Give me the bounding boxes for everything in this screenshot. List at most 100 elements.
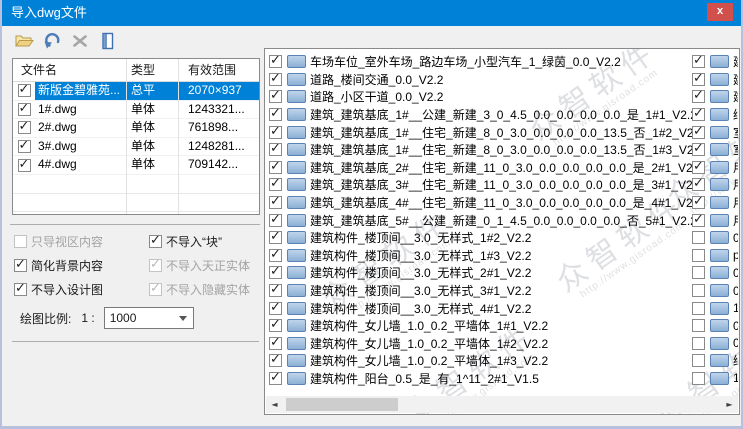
list-item-clipped[interactable]: 建 <box>690 88 738 106</box>
list-item[interactable]: 建筑_建筑基底_1#__住宅_新建_8_0_3.0_0.0_0.0_0.0_13… <box>267 123 737 141</box>
checkbox[interactable] <box>692 371 705 385</box>
list-item-clipped[interactable]: 09 <box>690 317 738 335</box>
column-header-filename[interactable]: 文件名 <box>13 59 126 81</box>
table-row[interactable]: 2#.dwg 单体 761898... <box>13 119 259 138</box>
list-item-clipped[interactable]: 16 <box>690 299 738 317</box>
checkbox[interactable] <box>14 257 27 272</box>
list-item[interactable]: 建筑构件_女儿墙_1.0_0.2_平墙体_1#2_V2.2 <box>267 335 737 353</box>
checkbox[interactable] <box>269 141 282 157</box>
checkbox[interactable] <box>692 212 705 227</box>
close-button[interactable]: x <box>707 3 733 21</box>
list-item-clipped[interactable]: pla <box>690 247 738 265</box>
scroll-right-arrow-icon[interactable]: ► <box>721 396 738 413</box>
checkbox[interactable] <box>269 176 282 192</box>
checkbox[interactable] <box>269 264 282 280</box>
checkbox[interactable] <box>269 194 282 210</box>
checkbox[interactable] <box>692 124 705 139</box>
list-item-clipped[interactable]: 17 <box>690 370 738 388</box>
list-item[interactable]: 建筑构件_楼顶间__3.0_无样式_2#1_V2.2 <box>267 264 737 282</box>
checkbox[interactable] <box>692 301 705 315</box>
column-header-type[interactable]: 类型 <box>126 59 178 81</box>
checkbox[interactable] <box>269 317 282 333</box>
checkbox[interactable] <box>269 282 282 298</box>
checkbox[interactable] <box>692 284 705 298</box>
checkbox[interactable] <box>692 159 705 174</box>
option-checkbox-row[interactable]: 简化背景内容 <box>14 257 103 274</box>
list-item[interactable]: 建筑_建筑基底_2#__住宅_新建_11_0_3.0_0.0_0.0_0.0_0… <box>267 159 737 177</box>
checkbox[interactable] <box>269 352 282 368</box>
checkbox[interactable] <box>692 71 705 86</box>
checkbox[interactable] <box>149 233 162 248</box>
list-item-clipped[interactable]: 室 <box>690 141 738 159</box>
checkbox[interactable] <box>269 335 282 350</box>
list-item-clipped[interactable]: 建 <box>690 53 738 71</box>
table-row[interactable]: 3#.dwg 单体 1248281... <box>13 138 259 157</box>
checkbox[interactable] <box>692 266 705 280</box>
list-item-clipped[interactable]: 绿 <box>690 352 738 370</box>
table-row[interactable]: 新版金碧雅苑...总平2070×937 <box>13 82 259 101</box>
list-item[interactable]: 道路_小区干道_0.0_V2.2 <box>267 88 737 106</box>
list-item[interactable]: 建筑构件_阳台_0.5_是_有_1^11_2#1_V1.5 <box>267 370 737 388</box>
option-checkbox-row[interactable]: 不导入“块” <box>149 233 222 250</box>
open-file-button[interactable] <box>12 29 36 53</box>
checkbox[interactable] <box>17 157 31 172</box>
checkbox[interactable] <box>269 124 282 139</box>
checkbox[interactable] <box>692 176 705 192</box>
list-item[interactable]: 建筑构件_女儿墙_1.0_0.2_平墙体_1#1_V2.2 <box>267 317 737 335</box>
list-item[interactable]: 建筑_建筑基底_1#__住宅_新建_8_0_3.0_0.0_0.0_0.0_13… <box>267 141 737 159</box>
checkbox[interactable] <box>692 319 705 333</box>
checkbox[interactable] <box>692 231 705 245</box>
column-header-range[interactable]: 有效范围 <box>178 59 259 81</box>
checkbox[interactable] <box>692 88 705 104</box>
list-item-clipped[interactable]: 用 <box>690 194 738 212</box>
list-item[interactable]: 建筑_建筑基底_3#__住宅_新建_11_0_3.0_0.0_0.0_0.0_0… <box>267 176 737 194</box>
checkbox[interactable] <box>692 248 705 262</box>
list-item-clipped[interactable]: 04 <box>690 335 738 353</box>
checkbox[interactable] <box>269 71 282 86</box>
list-item[interactable]: 建筑_建筑基底_1#__公建_新建_3_0_4.5_0.0_0.0_0.0_0.… <box>267 106 737 124</box>
undo-button[interactable] <box>40 29 64 53</box>
checkbox[interactable] <box>14 281 27 296</box>
checkbox[interactable] <box>269 229 282 245</box>
checkbox[interactable] <box>269 370 282 385</box>
list-item-clipped[interactable]: 用 <box>690 211 738 229</box>
checkbox[interactable] <box>269 53 282 69</box>
checkbox[interactable] <box>269 106 282 122</box>
checkbox[interactable] <box>17 101 31 116</box>
list-item[interactable]: 建筑构件_楼顶间__3.0_无样式_1#2_V2.2 <box>267 229 737 247</box>
checkbox[interactable] <box>269 300 282 315</box>
list-item-clipped[interactable]: 室 <box>690 123 738 141</box>
list-item-clipped[interactable]: 用 <box>690 159 738 177</box>
option-checkbox-row[interactable]: 不导入设计图 <box>14 281 103 298</box>
list-item-clipped[interactable]: 绿 <box>690 106 738 124</box>
list-item[interactable]: 建筑_建筑基底_4#__住宅_新建_11_0_3.0_0.0_0.0_0.0_0… <box>267 194 737 212</box>
horizontal-scrollbar[interactable]: ◄ ► <box>266 396 738 413</box>
list-item[interactable]: 道路_楼间交通_0.0_V2.2 <box>267 71 737 89</box>
list-item[interactable]: 车场车位_室外车场_路边车场_小型汽车_1_绿茵_0.0_V2.2 <box>267 53 737 71</box>
checkbox[interactable] <box>269 247 282 262</box>
checkbox[interactable] <box>269 88 282 104</box>
list-item[interactable]: 建筑构件_楼顶间__3.0_无样式_1#3_V2.2 <box>267 247 737 265</box>
list-item[interactable]: 建筑构件_楼顶间__3.0_无样式_3#1_V2.2 <box>267 282 737 300</box>
list-item[interactable]: 建筑构件_女儿墙_1.0_0.2_平墙体_1#3_V2.2 <box>267 352 737 370</box>
checkbox[interactable] <box>17 119 31 135</box>
list-item-clipped[interactable]: 建 <box>690 71 738 89</box>
checkbox[interactable] <box>17 138 31 154</box>
copy-button[interactable] <box>96 29 120 53</box>
delete-button[interactable] <box>68 29 92 53</box>
checkbox[interactable] <box>692 194 705 210</box>
scroll-left-arrow-icon[interactable]: ◄ <box>266 396 283 413</box>
scrollbar-thumb[interactable] <box>286 398 398 411</box>
checkbox[interactable] <box>17 82 31 98</box>
checkbox[interactable] <box>269 159 282 174</box>
list-item[interactable]: 建筑_建筑基底_5#__公建_新建_0_1_4.5_0.0_0.0_0.0_0.… <box>267 211 737 229</box>
checkbox[interactable] <box>692 354 705 368</box>
list-item[interactable]: 建筑构件_楼顶间__3.0_无样式_4#1_V2.2 <box>267 299 737 317</box>
checkbox[interactable] <box>692 53 705 69</box>
checkbox[interactable] <box>692 141 705 157</box>
table-row[interactable]: 1#.dwg 单体 1243321... <box>13 101 259 120</box>
checkbox[interactable] <box>692 106 705 122</box>
table-row[interactable]: 4#.dwg 单体 709142... <box>13 156 259 175</box>
checkbox[interactable] <box>692 336 705 350</box>
list-item-clipped[interactable]: 0 <box>690 229 738 247</box>
